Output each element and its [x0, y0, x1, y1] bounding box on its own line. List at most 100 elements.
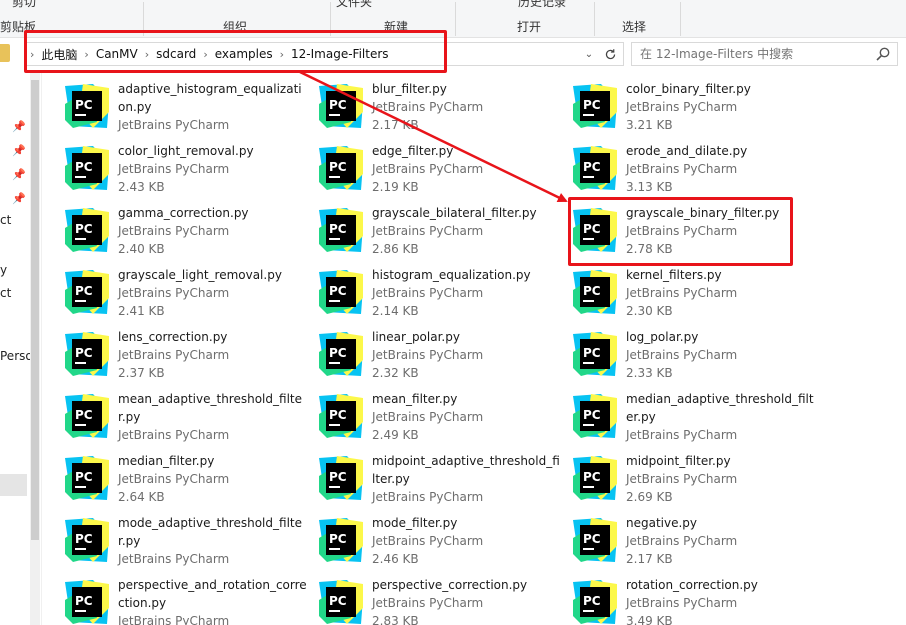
file-item[interactable]: PC median_filter.py JetBrains PyCharm 2.64 … — [58, 448, 310, 506]
file-item[interactable]: PC grayscale_binary_filter.py JetBrains Py… — [566, 200, 818, 258]
nav-item[interactable]: y — [0, 263, 7, 277]
nav-selected-item[interactable] — [0, 474, 27, 496]
chevron-right-icon[interactable]: › — [200, 48, 210, 61]
svg-text:PC: PC — [583, 222, 601, 236]
file-item[interactable]: PC grayscale_light_removal.py JetBrains Py… — [58, 262, 310, 320]
chevron-right-icon[interactable]: › — [277, 48, 287, 61]
file-item[interactable]: PC color_light_removal.py JetBrains PyChar… — [58, 138, 310, 196]
pin-icon[interactable]: 📌 — [12, 144, 26, 157]
file-size: 2.30 KB — [626, 304, 673, 318]
breadcrumb-sdcard[interactable]: sdcard — [152, 47, 200, 61]
file-item[interactable]: PC adaptive_histogram_equalization.py JetB… — [58, 76, 310, 134]
file-item[interactable]: PC perspective_correction.py JetBrains PyC… — [312, 572, 564, 625]
file-name: grayscale_bilateral_filter.py — [372, 206, 537, 220]
pycharm-file-icon: PC — [571, 330, 619, 378]
refresh-icon[interactable] — [599, 44, 621, 64]
svg-text:PC: PC — [583, 408, 601, 422]
file-item[interactable]: PC erode_and_dilate.py JetBrains PyCharm 3.… — [566, 138, 818, 196]
file-size: 2.41 KB — [118, 304, 165, 318]
file-type: JetBrains PyCharm — [626, 596, 738, 610]
file-name: mode_adaptive_threshold_filter.py — [118, 516, 302, 548]
pin-icon[interactable]: 📌 — [12, 192, 26, 205]
svg-text:PC: PC — [75, 160, 93, 174]
file-item[interactable]: PC blur_filter.py JetBrains PyCharm 2.17 KB — [312, 76, 564, 134]
file-type: JetBrains PyCharm — [372, 224, 484, 238]
pin-icon[interactable]: 📌 — [12, 120, 26, 133]
file-item[interactable]: PC perspective_and_rotation_correction.py… — [58, 572, 310, 625]
file-grid[interactable]: PC adaptive_histogram_equalization.py JetB… — [58, 76, 906, 625]
svg-text:PC: PC — [75, 346, 93, 360]
file-item[interactable]: PC negative.py JetBrains PyCharm 2.17 KB — [566, 510, 818, 568]
file-name: edge_filter.py — [372, 144, 454, 158]
file-name: median_filter.py — [118, 454, 215, 468]
file-item[interactable]: PC histogram_equalization.py JetBrains PyC… — [312, 262, 564, 320]
organize-group-label: 组织 — [223, 20, 248, 34]
file-item[interactable]: PC linear_polar.py JetBrains PyCharm 2.32 K… — [312, 324, 564, 382]
breadcrumb-this-pc[interactable]: 此电脑 — [37, 46, 81, 63]
file-item[interactable]: PC mean_filter.py JetBrains PyCharm 2.49 KB — [312, 386, 564, 444]
nav-item[interactable]: ct — [0, 213, 11, 227]
pycharm-file-icon: PC — [63, 392, 111, 440]
file-type: JetBrains PyCharm — [118, 472, 230, 486]
file-name: perspective_and_rotation_correction.py — [118, 578, 307, 610]
navigation-pane[interactable]: 📌 📌 📌 📌 ct y ct Perso — [0, 70, 42, 625]
svg-text:PC: PC — [75, 594, 93, 608]
file-item[interactable]: PC log_polar.py JetBrains PyCharm 2.33 KB — [566, 324, 818, 382]
chevron-right-icon[interactable]: › — [81, 48, 91, 61]
file-item[interactable]: PC mode_filter.py JetBrains PyCharm 2.46 KB — [312, 510, 564, 568]
chevron-down-icon[interactable]: ⌄ — [581, 44, 597, 64]
pycharm-file-icon: PC — [571, 454, 619, 502]
file-item[interactable]: PC median_adaptive_threshold_filter.py Jet… — [566, 386, 818, 444]
file-name: median_adaptive_threshold_filter.py — [626, 392, 814, 424]
pycharm-file-icon: PC — [571, 578, 619, 625]
breadcrumb-canmv[interactable]: CanMV — [92, 47, 142, 61]
file-item[interactable]: PC kernel_filters.py JetBrains PyCharm 2.30… — [566, 262, 818, 320]
file-item[interactable]: PC midpoint_filter.py JetBrains PyCharm 2.6… — [566, 448, 818, 506]
svg-text:PC: PC — [583, 284, 601, 298]
file-name: kernel_filters.py — [626, 268, 722, 282]
file-item[interactable]: PC midpoint_adaptive_threshold_filter.py J… — [312, 448, 564, 506]
new-folder-label[interactable]: 文件夹 — [336, 0, 372, 10]
cut-label[interactable]: 剪切 — [12, 0, 36, 10]
svg-text:PC: PC — [329, 594, 347, 608]
file-type: JetBrains PyCharm — [118, 286, 230, 300]
file-item[interactable]: PC mean_adaptive_threshold_filter.py JetBr… — [58, 386, 310, 444]
svg-text:PC: PC — [329, 284, 347, 298]
address-bar[interactable]: › 此电脑 › CanMV › sdcard › examples › 12-I… — [26, 42, 624, 66]
ribbon: 剪切 剪贴板 组织 文件夹 新建 历史记录 打开 选择 — [0, 0, 906, 38]
nav-scrollbar-thumb[interactable] — [31, 80, 39, 540]
file-item[interactable]: PC lens_correction.py JetBrains PyCharm 2.3… — [58, 324, 310, 382]
pycharm-file-icon: PC — [317, 82, 365, 130]
history-label[interactable]: 历史记录 — [518, 0, 566, 10]
ribbon-separator — [330, 2, 331, 36]
pycharm-file-icon: PC — [63, 206, 111, 254]
file-item[interactable]: PC gamma_correction.py JetBrains PyCharm 2.… — [58, 200, 310, 258]
nav-item[interactable]: ct — [0, 286, 11, 300]
file-item[interactable]: PC mode_adaptive_threshold_filter.py JetBr… — [58, 510, 310, 568]
file-size: 2.49 KB — [372, 428, 419, 442]
file-size: 3.49 KB — [626, 614, 673, 625]
file-size: 2.19 KB — [372, 180, 419, 194]
search-icon[interactable] — [875, 46, 891, 62]
folder-icon — [0, 44, 10, 62]
file-type: JetBrains PyCharm — [372, 534, 484, 548]
search-box[interactable] — [631, 42, 898, 66]
file-item[interactable]: PC color_binary_filter.py JetBrains PyChar… — [566, 76, 818, 134]
breadcrumb-examples[interactable]: examples — [211, 47, 277, 61]
pycharm-file-icon: PC — [317, 454, 365, 502]
ribbon-separator — [680, 2, 681, 36]
svg-text:PC: PC — [329, 470, 347, 484]
search-input[interactable] — [640, 47, 865, 61]
file-item[interactable]: PC edge_filter.py JetBrains PyCharm 2.19 KB — [312, 138, 564, 196]
nav-item[interactable]: Perso — [0, 349, 33, 363]
file-item[interactable]: PC rotation_correction.py JetBrains PyChar… — [566, 572, 818, 625]
chevron-right-icon[interactable]: › — [142, 48, 152, 61]
file-name: rotation_correction.py — [626, 578, 758, 592]
svg-text:PC: PC — [583, 346, 601, 360]
file-item[interactable]: PC grayscale_bilateral_filter.py JetBrains… — [312, 200, 564, 258]
chevron-right-icon[interactable]: › — [27, 48, 37, 61]
svg-text:PC: PC — [329, 98, 347, 112]
breadcrumb-current-folder[interactable]: 12-Image-Filters — [287, 47, 392, 61]
pin-icon[interactable]: 📌 — [12, 168, 26, 181]
file-name: blur_filter.py — [372, 82, 447, 96]
